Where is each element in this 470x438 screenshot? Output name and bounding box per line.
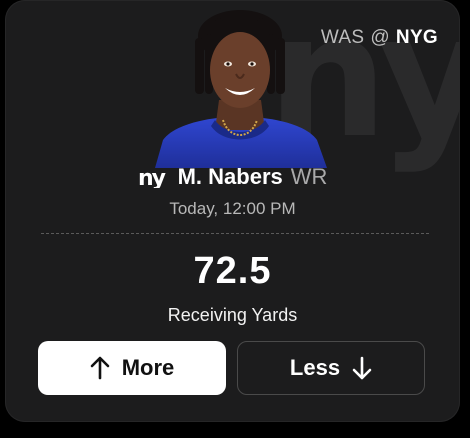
dashed-divider — [41, 233, 429, 234]
home-team: NYG — [395, 27, 438, 48]
player-name: M. Nabers — [177, 164, 283, 189]
projection-line: 72.5 — [193, 250, 272, 292]
less-button[interactable]: Less — [237, 341, 425, 395]
less-label: Less — [289, 355, 341, 380]
player-projection-card[interactable]: ny WAS @ NYG ny M. Nabers WR Today, 12:0… — [5, 0, 460, 422]
game-time: Today, 12:00 PM — [169, 199, 296, 218]
team-logo-icon: ny — [138, 166, 168, 188]
arrow-down-icon — [352, 356, 372, 380]
player-header: ny M. Nabers WR — [5, 160, 460, 194]
matchup: WAS @ NYG — [321, 27, 438, 49]
player-position: WR — [290, 164, 328, 189]
arrow-up-icon — [90, 356, 110, 380]
at-symbol: @ — [370, 27, 390, 48]
player-photo — [155, 10, 327, 168]
stat-type: Receiving Yards — [167, 305, 298, 325]
more-label: More — [121, 355, 175, 380]
team-logo-text: ny — [138, 166, 166, 188]
more-button[interactable]: More — [38, 341, 226, 395]
